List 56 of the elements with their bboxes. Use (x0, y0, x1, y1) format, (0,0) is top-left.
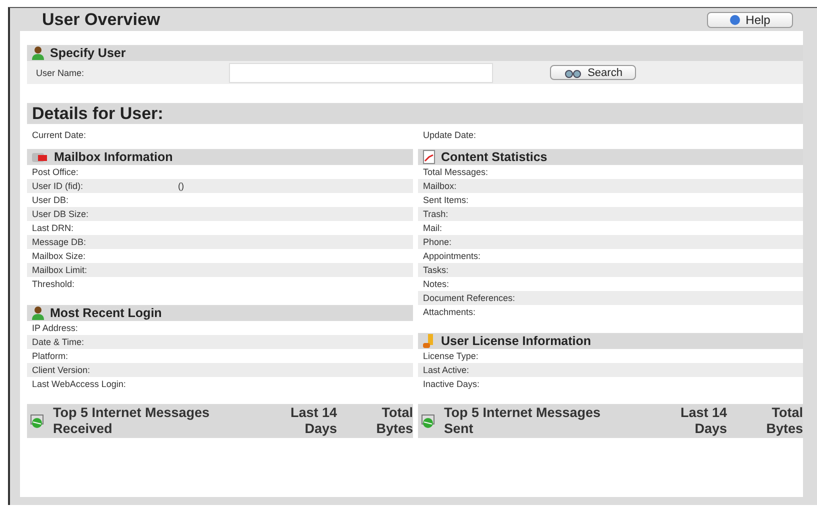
page-title: User Overview (42, 10, 160, 30)
field-label: Mailbox Size: (32, 251, 87, 261)
mail-globe-icon (30, 413, 46, 429)
search-button[interactable]: Search (550, 65, 636, 80)
field-label: Trash: (423, 209, 450, 219)
field-label: User Name: (36, 68, 84, 78)
field-label: Attachments: (423, 307, 477, 317)
section-title: Mailbox Information (54, 150, 173, 164)
field-label: IP Address: (32, 323, 79, 333)
column-header: Top 5 Internet Messages Sent (443, 405, 602, 437)
section-title: Specify User (50, 46, 126, 60)
field-label: Tasks: (423, 265, 450, 275)
column-header: Total Bytes (375, 405, 413, 437)
field-label: Post Office: (32, 167, 80, 177)
section-title: User License Information (441, 334, 592, 348)
user-name-field[interactable] (229, 62, 494, 82)
field-label: Last DRN: (32, 223, 75, 233)
field-label: Threshold: (32, 279, 76, 289)
field-label: Current Date: (32, 130, 88, 140)
field-label: Document References: (423, 293, 516, 303)
field-value: () (178, 181, 184, 191)
field-label: Mailbox Limit: (32, 265, 88, 275)
column-header: Total Bytes (765, 405, 803, 437)
field-label: Phone: (423, 237, 453, 247)
column-header: Last 14 Days (679, 405, 727, 437)
field-label: Mail: (423, 223, 444, 233)
help-button[interactable]: Help (707, 12, 793, 28)
field-label: Last WebAccess Login: (32, 379, 127, 389)
field-label: Appointments: (423, 251, 482, 261)
field-label: Client Version: (32, 365, 92, 375)
mailbox-icon (32, 151, 48, 163)
details-title: Details for User: (32, 104, 164, 124)
field-label: Update Date: (423, 130, 478, 140)
field-label: User DB: (32, 195, 70, 205)
column-header: Last 14 Days (289, 405, 337, 437)
field-label: Notes: (423, 279, 450, 289)
field-label: Message DB: (32, 237, 88, 247)
section-title: Most Recent Login (50, 306, 162, 320)
field-label: Sent Items: (423, 195, 470, 205)
field-label: License Type: (423, 351, 480, 361)
mail-globe-icon (421, 413, 437, 429)
binoculars-icon (564, 68, 582, 78)
field-label: User ID (fid): (32, 181, 84, 191)
help-icon (730, 14, 740, 24)
field-label: Mailbox: (423, 181, 458, 191)
section-title: Content Statistics (441, 150, 548, 164)
user-icon (32, 46, 44, 60)
field-label: User DB Size: (32, 209, 90, 219)
field-label: Inactive Days: (423, 379, 481, 389)
column-header: Top 5 Internet Messages Received (52, 405, 211, 437)
field-label: Total Messages: (423, 167, 490, 177)
field-label: Platform: (32, 351, 70, 361)
license-icon (423, 334, 435, 348)
field-label: Last Active: (423, 365, 470, 375)
field-label: Date & Time: (32, 337, 86, 347)
user-icon (32, 306, 44, 320)
